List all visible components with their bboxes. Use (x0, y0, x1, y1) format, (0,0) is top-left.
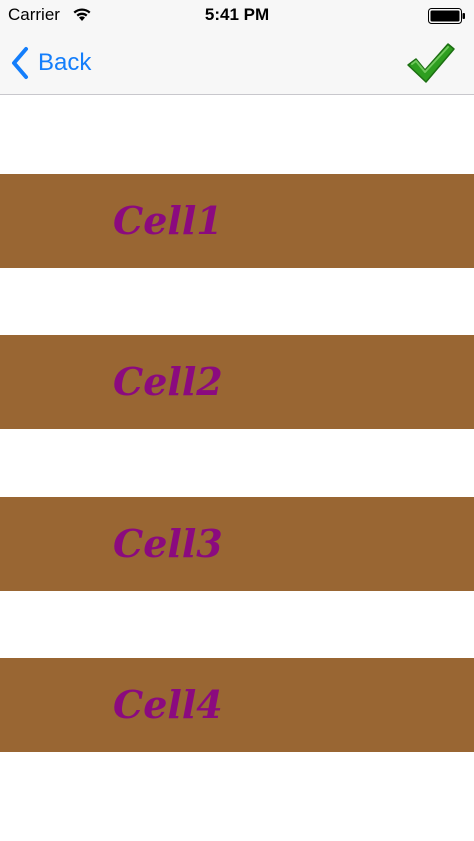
chevron-left-icon (12, 47, 28, 79)
table-cell-1[interactable]: Cell1 (0, 174, 474, 268)
status-time: 5:41 PM (204, 5, 270, 24)
back-label: Back (38, 49, 92, 76)
battery-icon (428, 8, 465, 24)
status-bar: Carrier 5:41 PM (0, 0, 474, 32)
app-screen: Carrier 5:41 PM Back Cell1 Cell2 Cell3 C… (0, 0, 474, 841)
navigation-bar: Back (0, 32, 474, 95)
cell-label: Cell4 (113, 682, 223, 727)
table-cell-4[interactable]: Cell4 (0, 658, 474, 752)
cell-label: Cell1 (113, 198, 223, 243)
back-button[interactable]: Back (10, 44, 91, 82)
table-cell-2[interactable]: Cell2 (0, 335, 474, 429)
table-cell-3[interactable]: Cell3 (0, 497, 474, 591)
cell-label: Cell3 (113, 521, 223, 566)
checkmark-icon[interactable] (406, 41, 456, 85)
cell-label: Cell2 (113, 359, 223, 404)
